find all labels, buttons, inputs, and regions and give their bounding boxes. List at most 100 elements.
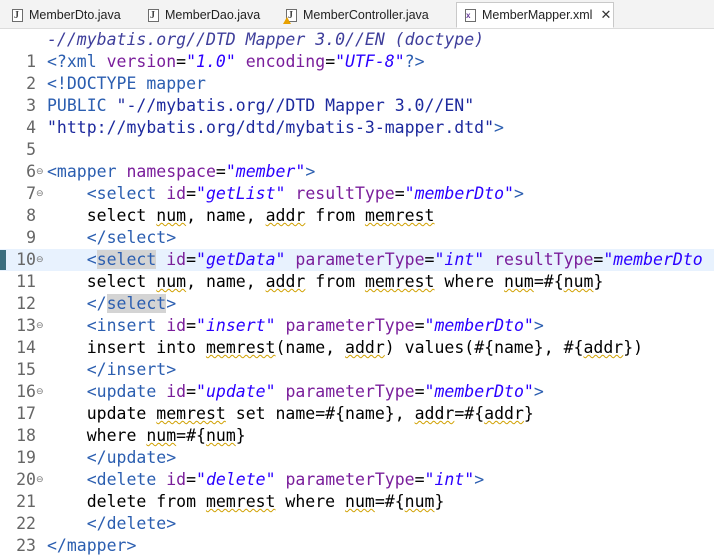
code-text: delete from memrest where num=#{num}: [47, 491, 445, 513]
code-token: set name=#{name},: [225, 404, 415, 423]
fold-toggle-icon[interactable]: ⊖: [36, 315, 46, 337]
fold-toggle-icon[interactable]: ⊖: [36, 161, 46, 183]
tab-label: MemberController.java: [303, 8, 429, 22]
code-token: delete from: [47, 492, 206, 511]
code-token: version: [106, 52, 177, 71]
code-token: memrest: [205, 492, 276, 511]
line-number: 7: [26, 184, 36, 203]
code-line[interactable]: 20 ⊖ <delete id="delete" parameterType="i…: [0, 469, 714, 491]
close-tab-icon[interactable]: ✕: [600, 8, 611, 23]
code-line[interactable]: 8 select num, name, addr from memrest: [0, 205, 714, 227]
tab-membermapper-xml[interactable]: x MemberMapper.xml ✕: [456, 2, 614, 28]
code-line[interactable]: 21 delete from memrest where num=#{num}: [0, 491, 714, 513]
code-line[interactable]: 22 </delete>: [0, 513, 714, 535]
code-line[interactable]: 2 <!DOCTYPE mapper: [0, 73, 714, 95]
tab-memberdao-java[interactable]: J MemberDao.java: [140, 3, 270, 27]
code-editor[interactable]: -//mybatis.org//DTD Mapper 3.0//EN (doct…: [0, 29, 714, 558]
code-line[interactable]: 19 </update>: [0, 447, 714, 469]
code-token: addr: [583, 338, 624, 357]
code-token: id: [166, 470, 187, 489]
line-number: 20: [16, 470, 36, 489]
code-token: memrest: [364, 272, 435, 291]
code-token: =#{: [374, 492, 405, 511]
code-text: <mapper namespace="member">: [47, 161, 315, 183]
code-token: , name,: [186, 272, 266, 291]
code-token: parameterType: [285, 470, 415, 489]
code-token: =: [414, 382, 425, 401]
code-token: </: [86, 294, 107, 313]
code-line[interactable]: 12 </select>: [0, 293, 714, 315]
code-line[interactable]: 4 "http://mybatis.org/dtd/mybatis-3-mappe…: [0, 117, 714, 139]
code-line[interactable]: 7 ⊖ <select id="getList" resultType="memb…: [0, 183, 714, 205]
code-text: <update id="update" parameterType="membe…: [47, 381, 544, 403]
code-token: select: [96, 250, 157, 269]
line-number: 14: [16, 338, 36, 357]
code-token: where: [275, 492, 346, 511]
code-line[interactable]: 18 where num=#{num}: [0, 425, 714, 447]
code-line[interactable]: 23 </mapper>: [0, 535, 714, 557]
code-line[interactable]: 9 </select>: [0, 227, 714, 249]
code-line[interactable]: 14 insert into memrest(name, addr) value…: [0, 337, 714, 359]
code-token: }): [623, 338, 644, 357]
code-token: <delete: [86, 470, 167, 489]
code-token: PUBLIC: [47, 96, 117, 115]
code-text: </update>: [47, 447, 176, 469]
code-line[interactable]: 6 ⊖ <mapper namespace="member">: [0, 161, 714, 183]
code-token: =: [186, 382, 197, 401]
code-line[interactable]: 13 ⊖ <insert id="insert" parameterType="m…: [0, 315, 714, 337]
code-token: where: [47, 426, 147, 445]
code-line[interactable]: 5: [0, 139, 714, 161]
code-token: "memberDto": [424, 382, 534, 401]
code-token: , name,: [186, 206, 266, 225]
code-token: memrest: [364, 206, 435, 225]
code-text: </select>: [47, 227, 176, 249]
code-text: </select>: [47, 293, 176, 315]
line-number: 4: [26, 118, 36, 137]
content-assist-hint: -//mybatis.org//DTD Mapper 3.0//EN (doct…: [47, 30, 485, 49]
code-token: addr: [345, 338, 385, 357]
fold-toggle-icon[interactable]: ⊖: [36, 469, 46, 491]
java-file-icon: J: [148, 8, 159, 22]
tab-memberdto-java[interactable]: J MemberDto.java: [4, 3, 130, 27]
tab-membercontroller-java[interactable]: J MemberController.java: [278, 3, 448, 27]
code-text: <!DOCTYPE mapper: [47, 73, 206, 95]
line-number: 12: [16, 294, 36, 313]
code-token: "memberDto": [404, 184, 514, 203]
code-token: >: [305, 162, 316, 181]
code-line[interactable]: 16 ⊖ <update id="update" parameterType="m…: [0, 381, 714, 403]
line-number: 23: [16, 536, 36, 555]
code-token: num: [504, 272, 534, 291]
code-token: id: [166, 184, 187, 203]
code-token: =: [215, 162, 226, 181]
fold-toggle-icon[interactable]: ⊖: [36, 381, 46, 403]
code-token: num: [156, 272, 187, 291]
fold-toggle-icon[interactable]: ⊖: [36, 249, 46, 271]
line-number: 19: [16, 448, 36, 467]
fold-toggle-icon[interactable]: ⊖: [36, 183, 46, 205]
code-token: from: [305, 272, 365, 291]
code-line[interactable]: 17 update memrest set name=#{name}, addr…: [0, 403, 714, 425]
code-token: "member": [225, 162, 306, 181]
code-token: num: [146, 426, 177, 445]
code-line[interactable]: 11 select num, name, addr from memrest w…: [0, 271, 714, 293]
code-token: "-//mybatis.org//DTD Mapper 3.0//EN": [116, 96, 475, 115]
code-text: select num, name, addr from memrest: [47, 205, 435, 227]
code-token: <: [86, 250, 97, 269]
line-number: 1: [26, 52, 36, 71]
java-file-icon: J: [12, 8, 23, 22]
code-line[interactable]: 15 </insert>: [0, 359, 714, 381]
code-line[interactable]: 10 ⊖ <select id="getData" parameterType="…: [0, 249, 714, 271]
code-line[interactable]: 1 <?xml version="1.0" encoding="UTF-8"?>: [0, 51, 714, 73]
line-number: 21: [16, 492, 36, 511]
code-line[interactable]: 3 PUBLIC "-//mybatis.org//DTD Mapper 3.0/…: [0, 95, 714, 117]
code-token: =: [325, 52, 336, 71]
code-token: <update: [86, 382, 167, 401]
code-token: ) values(#{name}, #{: [384, 338, 584, 357]
tab-label: MemberDao.java: [165, 8, 261, 22]
